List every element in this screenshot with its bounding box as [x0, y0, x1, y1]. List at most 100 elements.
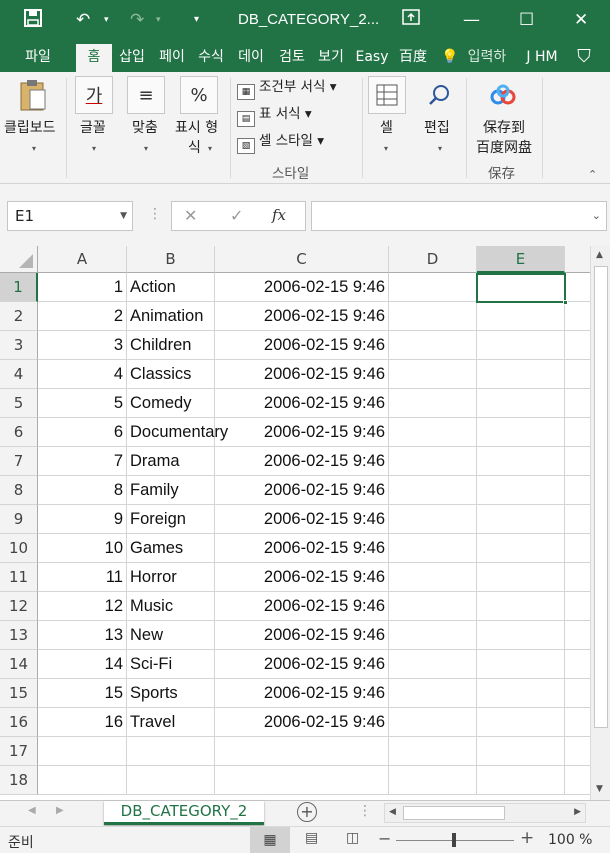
cell-e[interactable]: [477, 621, 565, 650]
cell-a[interactable]: 12: [38, 592, 127, 621]
cell-c[interactable]: 2006-02-15 9:46: [215, 302, 389, 331]
redo-icon[interactable]: ↷: [130, 9, 144, 31]
cell-c[interactable]: 2006-02-15 9:46: [215, 679, 389, 708]
grip-icon[interactable]: ⋮: [358, 803, 372, 819]
vertical-scrollbar[interactable]: ▲ ▼: [590, 246, 610, 800]
cell-d[interactable]: [389, 766, 477, 795]
zoom-slider-thumb[interactable]: [452, 833, 456, 847]
cell-a[interactable]: 10: [38, 534, 127, 563]
insert-function-icon[interactable]: fx: [272, 206, 286, 224]
cell-d[interactable]: [389, 592, 477, 621]
cell-b[interactable]: Family: [127, 476, 215, 505]
row-header[interactable]: 3: [0, 331, 38, 360]
format-table-button[interactable]: ▤ 표 서식 ▾: [237, 103, 312, 127]
cancel-icon[interactable]: ✕: [184, 206, 197, 225]
row-header[interactable]: 7: [0, 447, 38, 476]
cell-f[interactable]: [565, 708, 590, 737]
cell-f[interactable]: [565, 650, 590, 679]
row-header[interactable]: 16: [0, 708, 38, 737]
undo-icon[interactable]: ↶: [76, 9, 90, 31]
cells-button[interactable]: [368, 76, 406, 114]
cell-f[interactable]: [565, 592, 590, 621]
zoom-in-icon[interactable]: +: [520, 828, 534, 848]
account-name[interactable]: J HM: [520, 46, 564, 72]
cell-e[interactable]: [477, 476, 565, 505]
chevron-down-icon[interactable]: ▾: [32, 144, 36, 153]
chevron-down-icon[interactable]: ▾: [144, 144, 148, 153]
cell-e[interactable]: [477, 360, 565, 389]
cell-a[interactable]: [38, 766, 127, 795]
font-button[interactable]: 가: [75, 76, 113, 114]
cell-c[interactable]: 2006-02-15 9:46: [215, 708, 389, 737]
tab-file[interactable]: 파일: [18, 46, 58, 72]
chevron-down-icon[interactable]: ⌄: [592, 209, 601, 222]
cell-a[interactable]: 9: [38, 505, 127, 534]
cell-f[interactable]: [565, 621, 590, 650]
tab-data[interactable]: 데이: [234, 46, 268, 72]
row-header[interactable]: 8: [0, 476, 38, 505]
page-layout-view-icon[interactable]: ▤: [305, 830, 318, 846]
tab-view[interactable]: 보기: [314, 46, 348, 72]
cell-d[interactable]: [389, 650, 477, 679]
cell-e[interactable]: [477, 447, 565, 476]
row-header[interactable]: 6: [0, 418, 38, 447]
name-box[interactable]: E1 ▼: [7, 201, 133, 231]
cell-b[interactable]: Foreign: [127, 505, 215, 534]
cell-e[interactable]: [477, 331, 565, 360]
normal-view-icon[interactable]: ▦: [250, 827, 290, 853]
cell-a[interactable]: 3: [38, 331, 127, 360]
cell-b[interactable]: Documentary: [127, 418, 228, 447]
cell-b[interactable]: Games: [127, 534, 215, 563]
tab-insert[interactable]: 삽입: [116, 46, 148, 72]
share-icon[interactable]: ⛉: [570, 46, 598, 72]
sheet-tab-active[interactable]: DB_CATEGORY_2: [104, 801, 264, 825]
collapse-ribbon-icon[interactable]: ⌃: [588, 168, 597, 181]
number-format-button[interactable]: %: [180, 76, 218, 114]
cell-c[interactable]: 2006-02-15 9:46: [215, 389, 389, 418]
cell-a[interactable]: 8: [38, 476, 127, 505]
redo-dropdown-icon[interactable]: ▾: [156, 9, 161, 31]
save-icon[interactable]: [24, 9, 42, 33]
cell-c[interactable]: 2006-02-15 9:46: [215, 534, 389, 563]
cell-f[interactable]: [565, 505, 590, 534]
row-header[interactable]: 10: [0, 534, 38, 563]
cell-c[interactable]: 2006-02-15 9:46: [215, 273, 389, 302]
cell-d[interactable]: [389, 476, 477, 505]
cell-e[interactable]: [477, 708, 565, 737]
cell-d[interactable]: [389, 621, 477, 650]
cell-b[interactable]: Sports: [127, 679, 215, 708]
cell-f[interactable]: [565, 476, 590, 505]
zoom-level[interactable]: 100 %: [548, 832, 592, 848]
cell-a[interactable]: 14: [38, 650, 127, 679]
cell-b[interactable]: Music: [127, 592, 215, 621]
customize-qat-icon[interactable]: ▾: [194, 9, 199, 31]
cell-c[interactable]: 2006-02-15 9:46: [215, 360, 389, 389]
cell-a[interactable]: 11: [38, 563, 127, 592]
cell-d[interactable]: [389, 389, 477, 418]
tab-page-layout[interactable]: 페이: [155, 46, 189, 72]
cell-a[interactable]: 7: [38, 447, 127, 476]
cell-b[interactable]: Classics: [127, 360, 215, 389]
baidu-cloud-icon[interactable]: [484, 76, 522, 114]
cell-d[interactable]: [389, 447, 477, 476]
cell-f[interactable]: [565, 360, 590, 389]
row-header[interactable]: 12: [0, 592, 38, 621]
cell-e[interactable]: [477, 592, 565, 621]
cell-e[interactable]: [477, 534, 565, 563]
row-header[interactable]: 5: [0, 389, 38, 418]
chevron-down-icon[interactable]: ▾: [208, 144, 212, 153]
scroll-right-icon[interactable]: ▶: [574, 807, 581, 817]
cell-b[interactable]: New: [127, 621, 215, 650]
row-header[interactable]: 11: [0, 563, 38, 592]
add-sheet-icon[interactable]: +: [297, 802, 317, 822]
clipboard-icon[interactable]: [14, 76, 52, 114]
cell-c[interactable]: 2006-02-15 9:46: [215, 563, 389, 592]
row-header[interactable]: 1: [0, 273, 38, 302]
cell-f[interactable]: [565, 766, 590, 795]
cell-a[interactable]: 13: [38, 621, 127, 650]
cell-f[interactable]: [565, 447, 590, 476]
row-header[interactable]: 4: [0, 360, 38, 389]
scroll-up-icon[interactable]: ▲: [596, 250, 603, 260]
cell-e[interactable]: [477, 505, 565, 534]
cell-b[interactable]: Action: [127, 273, 215, 302]
